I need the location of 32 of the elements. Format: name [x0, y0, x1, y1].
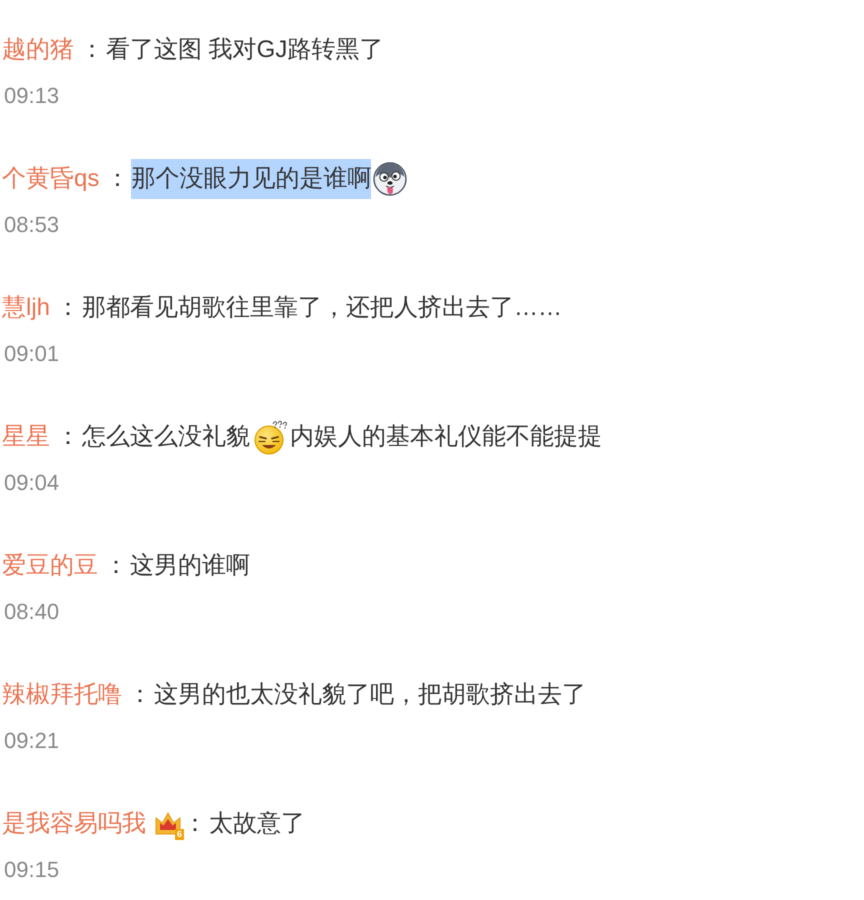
colon-separator: ：: [128, 680, 152, 710]
comment-time: 09:01: [4, 340, 60, 368]
husky-face-icon: [373, 162, 408, 196]
comment-time: 09:04: [4, 469, 60, 497]
username[interactable]: 辣椒拜托噜: [2, 675, 122, 715]
colon-separator: ：: [104, 551, 128, 581]
username[interactable]: 是我容易吗我: [2, 804, 146, 844]
colon-separator: ：: [183, 809, 207, 839]
comment-text: 那都看见胡歌往里靠了，还把人挤出去了……: [82, 293, 562, 323]
comment-text: 那个没眼力见的是谁啊: [131, 159, 372, 199]
colon-separator: ：: [105, 164, 130, 194]
squinting-face-icon: [252, 419, 288, 455]
comment-time: 09:21: [4, 727, 60, 755]
comment-text: 怎么这么没礼貌: [82, 422, 250, 452]
username[interactable]: 星星: [2, 417, 50, 457]
comment-text: 这男的谁啊: [130, 551, 250, 581]
username[interactable]: 慧ljh: [2, 288, 50, 328]
username[interactable]: 越的猪: [2, 30, 74, 70]
level-tag: 6: [174, 829, 184, 840]
comment-text: 太故意了: [209, 809, 305, 839]
username[interactable]: 个黄昏qs: [2, 159, 100, 199]
colon-separator: ：: [56, 422, 80, 452]
comment-time: 08:53: [4, 211, 60, 239]
colon-separator: ：: [80, 35, 104, 65]
username[interactable]: 爱豆的豆: [2, 546, 98, 586]
comment-time: 09:15: [4, 856, 60, 884]
colon-separator: ：: [56, 293, 80, 323]
comment-text: 这男的也太没礼貌了吧，把胡歌挤出去了: [154, 680, 586, 710]
comment-text: 看了这图 我对GJ路转黑了: [106, 35, 384, 65]
comment-time: 08:40: [4, 598, 60, 626]
comment-text: 内娱人的基本礼仪能不能提提: [290, 422, 602, 452]
comment-time: 09:13: [4, 82, 60, 110]
